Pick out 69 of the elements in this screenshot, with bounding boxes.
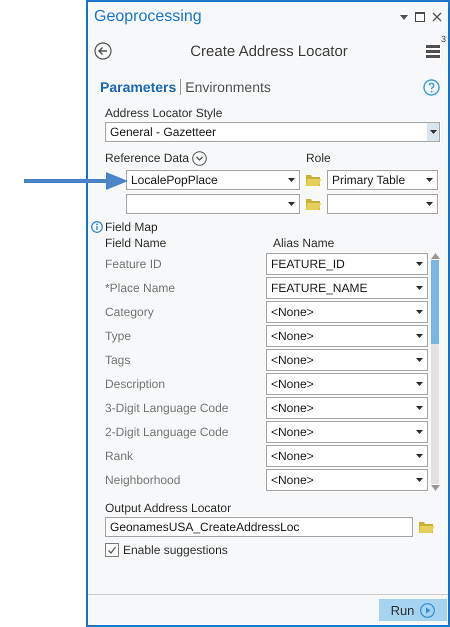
field-name: Category	[105, 305, 155, 319]
play-icon	[420, 602, 436, 618]
tab[interactable]: Environments	[181, 79, 275, 95]
caret-icon	[416, 286, 423, 290]
dropdown-icon[interactable]	[400, 14, 408, 20]
back-icon[interactable]	[94, 42, 112, 60]
caret-icon	[288, 178, 295, 182]
caret-icon	[426, 202, 433, 206]
alias-dropdown[interactable]: <None>	[266, 445, 428, 467]
pane-title: Geoprocessing	[94, 8, 203, 26]
checkbox-label: Enable suggestions	[123, 543, 228, 557]
reference-dropdown[interactable]: LocalePopPlace	[126, 170, 300, 190]
alias-dropdown[interactable]: <None>	[266, 325, 428, 347]
checkbox[interactable]	[105, 543, 119, 557]
field-name: Tags	[105, 353, 132, 367]
field-name: 2-Digit Language Code	[105, 425, 230, 439]
section-title: Field Map	[105, 220, 158, 234]
caret-icon	[426, 178, 433, 182]
column-header: Field Name	[105, 236, 168, 250]
field-name: 3-Digit Language Code	[105, 401, 230, 415]
role-dropdown[interactable]: Primary Table	[327, 170, 438, 190]
help-icon[interactable]	[423, 78, 440, 96]
field-name: Feature ID	[105, 257, 163, 271]
alias-dropdown[interactable]: FEATURE_NAME	[266, 277, 428, 299]
alias-dropdown[interactable]: <None>	[266, 421, 428, 443]
caret-icon	[416, 430, 423, 434]
folder-icon[interactable]	[419, 521, 434, 533]
caret-icon	[416, 262, 423, 266]
caret-icon	[416, 334, 423, 338]
field-label: Role	[306, 151, 331, 165]
alias-dropdown[interactable]: <None>	[266, 373, 428, 395]
folder-icon[interactable]	[306, 174, 321, 186]
caret-icon	[430, 130, 436, 134]
tool-title: Create Address Locator	[189, 42, 349, 60]
field-label: Reference Data	[105, 151, 190, 165]
field-name: Description	[105, 377, 166, 391]
caret-icon	[416, 382, 423, 386]
tab[interactable]: Parameters	[96, 79, 180, 95]
field-name: Type	[105, 329, 132, 343]
caret-icon	[416, 358, 423, 362]
output-field[interactable]: GeonamesUSA_CreateAddressLoc	[105, 517, 413, 537]
column-header: Alias Name	[273, 236, 334, 250]
caret-icon	[416, 454, 423, 458]
run-button[interactable]: Run	[379, 599, 447, 621]
field-label: Address Locator Style	[105, 106, 224, 120]
field-name: *Place Name	[105, 281, 176, 295]
menu-icon[interactable]	[426, 44, 442, 58]
close-icon[interactable]	[432, 12, 442, 22]
style-dropdown[interactable]: General - Gazetteer	[105, 122, 440, 142]
role-dropdown[interactable]	[327, 194, 438, 214]
field-name: Neighborhood	[105, 473, 182, 487]
scrollbar[interactable]	[430, 253, 440, 491]
caret-icon	[416, 478, 423, 482]
reference-dropdown[interactable]	[126, 194, 300, 214]
caret-icon	[416, 406, 423, 410]
maximize-icon[interactable]	[415, 12, 425, 22]
badge-count: 3	[440, 34, 446, 44]
caret-icon	[416, 310, 423, 314]
expand-icon[interactable]	[192, 150, 208, 166]
alias-dropdown[interactable]: <None>	[266, 397, 428, 419]
field-name: Rank	[105, 449, 134, 463]
alias-dropdown[interactable]: FEATURE_ID	[266, 253, 428, 275]
caret-icon	[288, 202, 295, 206]
alias-dropdown[interactable]: <None>	[266, 469, 428, 491]
folder-icon[interactable]	[306, 198, 321, 210]
info-icon[interactable]	[91, 221, 103, 233]
alias-dropdown[interactable]: <None>	[266, 349, 428, 371]
field-label: Output Address Locator	[105, 501, 232, 515]
alias-dropdown[interactable]: <None>	[266, 301, 428, 323]
